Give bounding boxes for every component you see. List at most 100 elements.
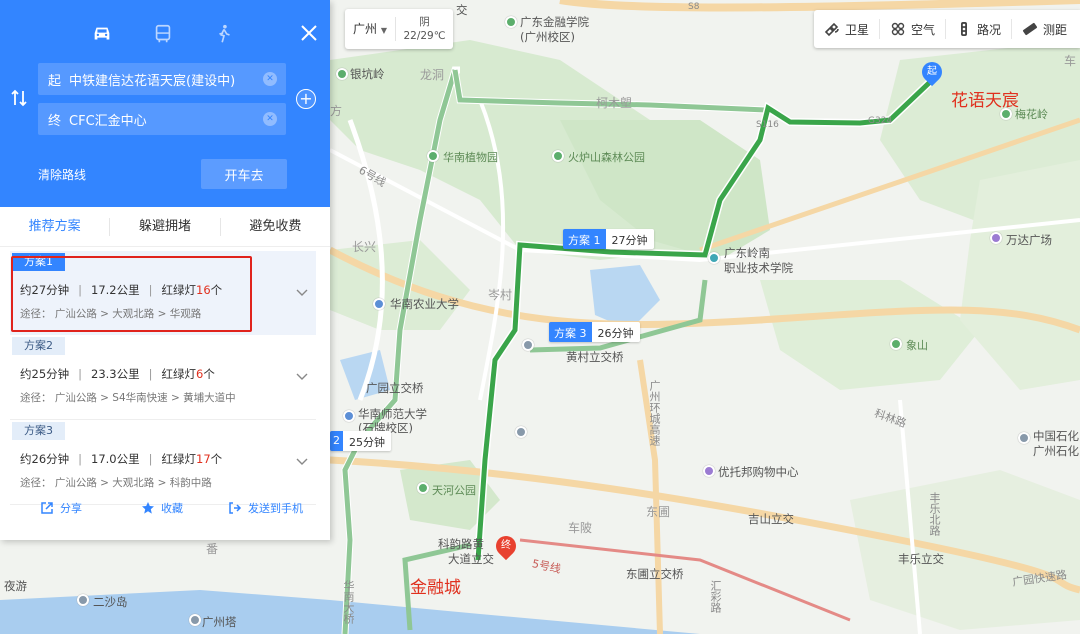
poi-marker[interactable] <box>373 298 385 310</box>
satellite-label: 卫星 <box>845 22 870 37</box>
plan-lights-unit: 个 <box>203 367 215 381</box>
plan-badge: 方案3 <box>12 422 65 440</box>
end-pin[interactable]: 终 <box>491 531 521 561</box>
poi-marker[interactable] <box>890 338 902 350</box>
favorite-label: 收藏 <box>161 502 183 515</box>
poi-marker[interactable] <box>552 150 564 162</box>
route-tag-value: 25分钟 <box>343 431 391 451</box>
poi-marker[interactable] <box>417 482 429 494</box>
parking-marker[interactable] <box>522 339 534 351</box>
route-tag-plan-3[interactable]: 方案 3 26分钟 <box>549 322 640 342</box>
mode-car-button[interactable] <box>90 22 114 46</box>
ruler-button[interactable]: 测距 <box>1012 19 1077 39</box>
weather-condition: 阴 <box>419 16 430 28</box>
air-button[interactable]: 空气 <box>880 19 947 39</box>
mode-walk-button[interactable] <box>212 22 236 46</box>
map-label: 丰乐立交 <box>898 552 944 566</box>
mode-bus-button[interactable] <box>151 22 175 46</box>
poi-marker[interactable] <box>343 410 355 422</box>
plan-distance: 23.3公里 <box>91 367 140 381</box>
map-label: 华南农业大学 <box>390 297 459 311</box>
poi-marker[interactable] <box>990 232 1002 244</box>
end-field[interactable]: 终 CFC汇金中心 ✕ <box>38 103 286 135</box>
map-label: 岑村 <box>488 288 513 302</box>
poi-marker[interactable] <box>708 252 720 264</box>
route-tag-plan-1[interactable]: 方案 1 27分钟 <box>563 229 654 249</box>
end-pin-label: 终 <box>501 540 511 551</box>
star-icon <box>142 502 154 514</box>
plan-lights-count: 17 <box>196 452 211 466</box>
poi-marker[interactable] <box>336 68 348 80</box>
traffic-icon <box>961 22 968 36</box>
plan-lights-unit: 个 <box>210 452 223 466</box>
route-tag-value: 27分钟 <box>605 229 654 249</box>
map-label: 万达广场 <box>1006 233 1052 247</box>
tab-recommended[interactable]: 推荐方案 <box>0 217 111 236</box>
swap-icon[interactable] <box>10 88 28 108</box>
plan-lights-label: 红绿灯 <box>161 367 197 381</box>
map-label: 华南大桥 <box>342 580 355 624</box>
city-name: 广州 <box>353 22 378 36</box>
map-label: (广州校区) <box>520 30 575 44</box>
map-label: 车陂 <box>568 521 593 535</box>
chevron-down-icon[interactable] <box>296 289 308 297</box>
close-icon[interactable] <box>300 24 318 42</box>
clear-end-icon[interactable]: ✕ <box>263 112 277 126</box>
chevron-down-icon: ▼ <box>380 26 387 35</box>
parking-marker[interactable] <box>515 426 527 438</box>
weather-temperature: 22/29℃ <box>403 30 446 42</box>
map-label: 职业技术学院 <box>724 261 793 275</box>
weather-widget[interactable]: 广州 ▼ 阴 22/29℃ <box>345 9 453 49</box>
poi-marker[interactable] <box>505 16 517 28</box>
start-pin[interactable]: 起 <box>917 57 947 87</box>
highlight-box <box>11 256 252 332</box>
map-label: 梅花岭 <box>1015 108 1048 121</box>
start-pin-label: 起 <box>927 66 937 77</box>
bus-icon <box>155 24 171 43</box>
add-waypoint-icon[interactable]: + <box>296 89 316 109</box>
share-button[interactable]: 分享 <box>40 500 82 516</box>
map-label: S8 <box>688 2 700 12</box>
ruler-icon <box>1022 22 1038 36</box>
route-tag-plan-2[interactable]: 2 25分钟 <box>330 431 391 451</box>
route-tag-key: 方案 1 <box>563 229 606 249</box>
clear-route-link[interactable]: 清除路线 <box>38 166 86 183</box>
ruler-label: 测距 <box>1043 22 1068 37</box>
poi-marker[interactable] <box>1018 432 1030 444</box>
satellite-button[interactable]: 卫星 <box>814 19 881 39</box>
favorite-button[interactable]: 收藏 <box>141 500 183 516</box>
chevron-down-icon[interactable] <box>296 458 308 466</box>
plan-stats: 约25分钟 | 23.3公里 | 红绿灯6个 <box>20 367 215 381</box>
tab-avoid-toll[interactable]: 避免收费 <box>221 218 330 236</box>
tab-avoid-congestion[interactable]: 躲避拥堵 <box>110 217 221 236</box>
chevron-down-icon[interactable] <box>296 373 308 381</box>
route-panel-header: 起 中铁建信达花语天宸(建设中) ✕ 终 CFC汇金中心 ✕ + 清除路线 开车… <box>0 0 330 207</box>
route-plan-3[interactable]: 方案3 约26分钟 | 17.0公里 | 红绿灯17个 途径： 广汕公路 > 大观北路 … <box>10 420 316 504</box>
send-to-phone-button[interactable]: 发送到手机 <box>228 500 303 516</box>
map-label: 二沙岛 <box>93 595 128 609</box>
poi-marker[interactable] <box>703 465 715 477</box>
route-plan-2[interactable]: 方案2 约25分钟 | 23.3公里 | 红绿灯6个 途径： 广汕公路 > S4华南快速… <box>10 335 316 419</box>
plan-via: 途径： 广汕公路 > 大观北路 > 科韵中路 <box>20 477 212 489</box>
clear-start-icon[interactable]: ✕ <box>263 72 277 86</box>
send-to-phone-icon <box>229 502 242 514</box>
map-label: 象山 <box>906 339 928 352</box>
air-icon <box>891 22 905 36</box>
map-label: 交 <box>456 3 468 17</box>
poi-marker[interactable] <box>427 150 439 162</box>
share-label: 分享 <box>60 502 82 515</box>
poi-marker[interactable] <box>77 594 89 606</box>
send-to-phone-label: 发送到手机 <box>248 502 303 515</box>
city-selector[interactable]: 广州 ▼ <box>345 17 396 41</box>
map-label: S116 <box>756 120 779 130</box>
traffic-label: 路况 <box>977 22 1002 37</box>
route-preference-tabs: 推荐方案 躲避拥堵 避免收费 <box>0 207 330 247</box>
drive-button[interactable]: 开车去 <box>201 159 287 189</box>
map-label: 汇彩路 <box>709 580 722 613</box>
plan-lights-label: 红绿灯 <box>161 452 197 466</box>
route-tag-value: 26分钟 <box>591 322 640 342</box>
poi-marker[interactable] <box>189 614 201 626</box>
map-label: 番 <box>206 542 219 556</box>
start-field[interactable]: 起 中铁建信达花语天宸(建设中) ✕ <box>38 63 286 95</box>
traffic-button[interactable]: 路况 <box>946 19 1013 39</box>
